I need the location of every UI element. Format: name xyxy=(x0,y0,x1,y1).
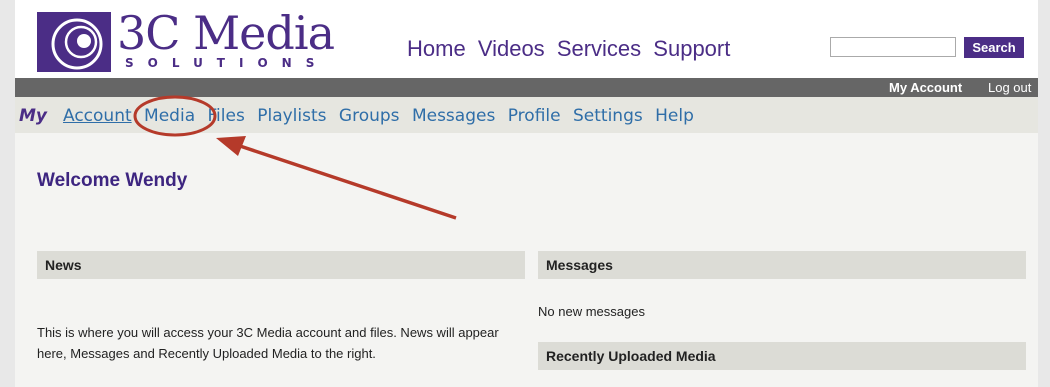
messages-text: No new messages xyxy=(538,304,645,319)
subnav-item-groups[interactable]: Groups xyxy=(339,106,400,126)
search-button[interactable]: Search xyxy=(964,37,1024,58)
log-out-link[interactable]: Log out xyxy=(988,78,1031,97)
logo-wordmark: 3C Media xyxy=(117,6,335,60)
subnav-item-account[interactable]: Account xyxy=(63,106,132,126)
page: 3C Media SOLUTIONS Home Videos Services … xyxy=(15,0,1038,387)
my-account-link[interactable]: My Account xyxy=(889,78,962,97)
news-text: This is where you will access your 3C Me… xyxy=(37,325,499,361)
logo-swirl-icon xyxy=(37,12,111,72)
messages-heading: Messages xyxy=(538,251,1026,279)
subnav-prefix: My xyxy=(19,106,47,126)
subnav-item-settings[interactable]: Settings xyxy=(573,106,643,126)
nav-services[interactable]: Services xyxy=(557,36,641,61)
nav-videos[interactable]: Videos xyxy=(478,36,545,61)
subnav-item-messages[interactable]: Messages xyxy=(412,106,495,126)
account-subnav: My Account Media Files Playlists Groups … xyxy=(15,97,1038,133)
subnav-item-files[interactable]: Files xyxy=(208,106,245,126)
news-heading: News xyxy=(37,251,525,279)
recently-uploaded-heading: Recently Uploaded Media xyxy=(538,342,1026,370)
subnav-item-media[interactable]: Media xyxy=(144,106,195,126)
subnav-item-profile[interactable]: Profile xyxy=(508,106,561,126)
top-nav: Home Videos Services Support xyxy=(407,36,736,62)
subnav-item-playlists[interactable]: Playlists xyxy=(257,106,326,126)
search-input[interactable] xyxy=(830,37,956,57)
account-bar: My Account Log out xyxy=(15,78,1038,97)
subnav-item-help[interactable]: Help xyxy=(655,106,694,126)
logo-subtitle: SOLUTIONS xyxy=(125,56,329,70)
nav-support[interactable]: Support xyxy=(653,36,730,61)
nav-home[interactable]: Home xyxy=(407,36,466,61)
welcome-heading: Welcome Wendy xyxy=(37,170,188,191)
